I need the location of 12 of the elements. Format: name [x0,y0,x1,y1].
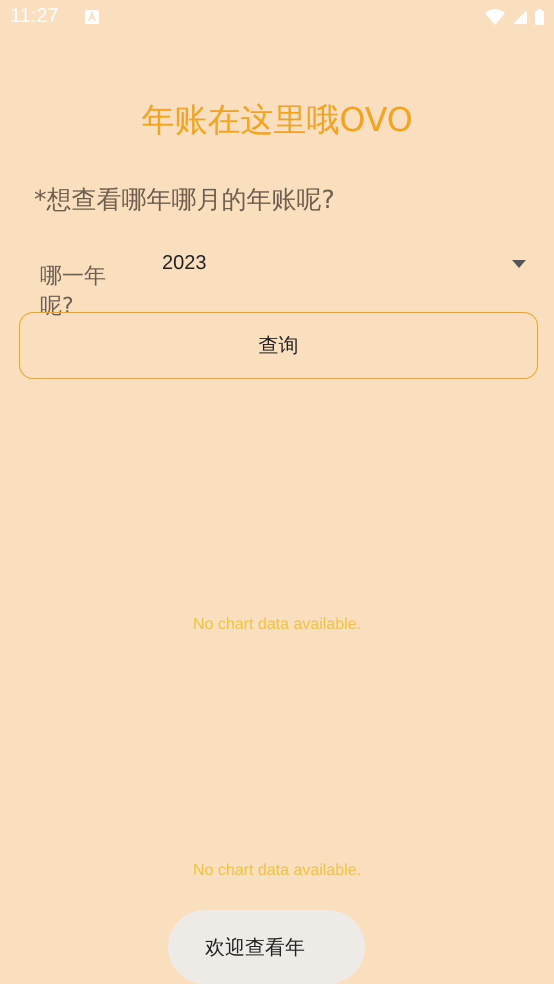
year-dropdown[interactable]: 2023 [162,246,538,282]
toast-message: 欢迎查看年 [168,910,365,984]
dropdown-arrow-icon [512,260,526,268]
signal-icon [513,10,527,24]
empty-chart-message: No chart data available. [192,616,362,634]
question-text: *想查看哪年哪月的年账呢? [34,184,336,216]
page-title: 年账在这里哦OVO [140,98,414,140]
status-time: 11:27 [10,5,59,28]
battery-icon [535,8,544,25]
wifi-icon [485,8,505,25]
app-notification-icon [84,10,99,24]
empty-chart-message: No chart data available. [192,862,362,880]
